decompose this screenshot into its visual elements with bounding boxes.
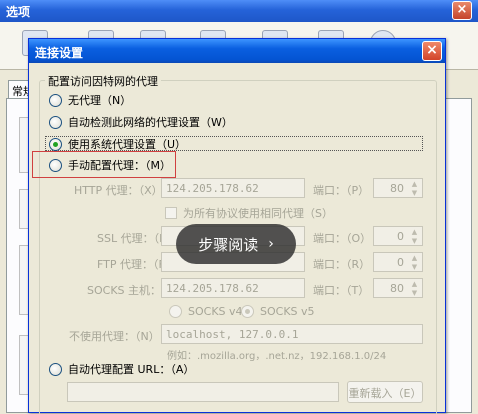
- spin-down-icon[interactable]: ▼: [408, 289, 421, 297]
- background-window-titlebar: 选项: [0, 0, 478, 22]
- step-reading-button[interactable]: 步骤阅读 ›: [176, 224, 296, 264]
- spin-up-icon[interactable]: ▲: [408, 228, 421, 236]
- option-auto-detect[interactable]: 自动检测此网络的代理设置（W）: [49, 114, 233, 130]
- http-port-value: 80: [390, 182, 404, 195]
- spin-down-icon[interactable]: ▼: [408, 189, 421, 197]
- same-proxy-checkbox-row[interactable]: 为所有协议使用相同代理（S）: [165, 205, 333, 221]
- ssl-port-label: 端口：（O）: [313, 232, 372, 245]
- radio-manual-proxy[interactable]: [49, 158, 62, 172]
- radio-socks-v4[interactable]: [169, 304, 182, 318]
- background-window-title: 选项: [6, 5, 31, 19]
- reload-button[interactable]: 重新载入（E）: [347, 381, 423, 403]
- dialog-titlebar: 连接设置: [29, 39, 445, 63]
- ftp-port-stepper[interactable]: 0 ▲ ▼: [373, 252, 423, 272]
- option-no-proxy[interactable]: 无代理（N）: [49, 92, 131, 108]
- same-proxy-checkbox[interactable]: [165, 207, 177, 219]
- socks-port-stepper[interactable]: 80 ▲ ▼: [373, 278, 423, 298]
- background-close-button[interactable]: ×: [452, 1, 472, 20]
- option-system-proxy[interactable]: 使用系统代理设置（U）: [49, 136, 186, 152]
- http-port-stepper[interactable]: 80 ▲ ▼: [373, 178, 423, 198]
- socks-v5-label: SOCKS v5: [260, 304, 315, 318]
- radio-no-proxy[interactable]: [49, 93, 62, 107]
- option-auto-config-url[interactable]: 自动代理配置 URL：（A）: [49, 361, 194, 377]
- spin-up-icon[interactable]: ▲: [408, 254, 421, 262]
- dialog-title: 连接设置: [35, 46, 84, 60]
- option-system-proxy-label: 使用系统代理设置（U）: [68, 138, 187, 151]
- option-manual-proxy-label: 手动配置代理：（M）: [68, 159, 171, 172]
- option-auto-detect-label: 自动检测此网络的代理设置（W）: [68, 116, 233, 129]
- radio-auto-detect[interactable]: [49, 115, 62, 129]
- spin-up-icon[interactable]: ▲: [408, 280, 421, 288]
- socks-port-value: 80: [390, 282, 404, 295]
- ssl-port-value: 0: [397, 230, 404, 243]
- ftp-port-value: 0: [397, 256, 404, 269]
- auto-config-url-input[interactable]: [67, 382, 339, 402]
- no-proxy-for-label: 不使用代理：（N）: [69, 330, 160, 343]
- ftp-port-label: 端口：（R）: [313, 258, 371, 271]
- option-socks-v5[interactable]: SOCKS v5: [241, 303, 315, 319]
- same-proxy-label: 为所有协议使用相同代理（S）: [183, 207, 333, 220]
- socks-host-input[interactable]: 124.205.178.62: [161, 278, 305, 298]
- dialog-close-button[interactable]: ×: [422, 41, 442, 61]
- proxy-group-title: 配置访问因特网的代理: [45, 73, 161, 89]
- spin-down-icon[interactable]: ▼: [408, 263, 421, 271]
- http-proxy-label: HTTP 代理：（X）: [74, 184, 163, 197]
- socks-v4-label: SOCKS v4: [188, 304, 243, 318]
- no-proxy-example: 例如：.mozilla.org，.net.nz，192.168.1.0/24: [167, 351, 387, 362]
- ssl-port-stepper[interactable]: 0 ▲ ▼: [373, 226, 423, 246]
- socks-port-label: 端口：（T）: [313, 284, 370, 297]
- close-icon: ×: [426, 42, 438, 58]
- radio-auto-config-url[interactable]: [49, 362, 62, 376]
- socks-host-label: SOCKS 主机：: [87, 284, 162, 297]
- step-reading-label: 步骤阅读: [198, 235, 259, 254]
- option-socks-v4[interactable]: SOCKS v4: [169, 303, 243, 319]
- option-manual-proxy[interactable]: 手动配置代理：（M）: [49, 157, 171, 173]
- radio-system-proxy[interactable]: [49, 137, 62, 151]
- chevron-right-icon: ›: [268, 236, 274, 252]
- option-no-proxy-label: 无代理（N）: [68, 94, 132, 107]
- no-proxy-for-input[interactable]: localhost, 127.0.0.1: [161, 324, 423, 344]
- spin-up-icon[interactable]: ▲: [408, 180, 421, 188]
- http-port-label: 端口：（P）: [313, 184, 370, 197]
- radio-socks-v5[interactable]: [241, 304, 254, 318]
- option-auto-config-url-label: 自动代理配置 URL：（A）: [68, 363, 195, 376]
- spin-down-icon[interactable]: ▼: [408, 237, 421, 245]
- close-icon: ×: [456, 2, 468, 17]
- http-proxy-input[interactable]: 124.205.178.62: [161, 178, 305, 198]
